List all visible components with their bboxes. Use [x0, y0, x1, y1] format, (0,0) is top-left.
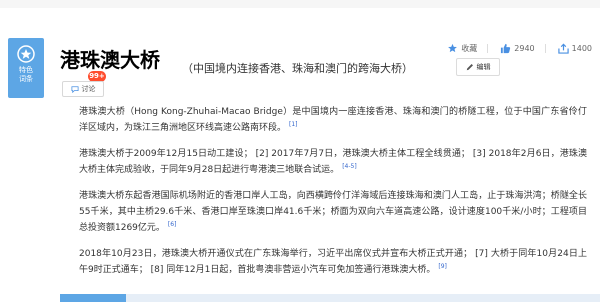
like-count: 2940: [514, 43, 535, 53]
badge-line-1: 特色: [19, 66, 33, 74]
badge-line-2: 词条: [19, 75, 33, 83]
divider: [544, 43, 546, 53]
paragraph-text: 2018年10月23日，港珠澳大桥开通仪式在广东珠海举行，习近平出席仪式并宣布大…: [79, 249, 587, 275]
citation-link[interactable]: [4-5]: [342, 163, 356, 170]
action-bar: 收藏 2940 1400: [435, 40, 592, 56]
citation-link[interactable]: [6]: [168, 221, 177, 228]
page-subtitle: （中国境内连接香港、珠海和澳门的跨海大桥）: [182, 62, 413, 75]
summary-paragraph: 2018年10月23日，港珠澳大桥开通仪式在广东珠海举行，习近平出席仪式并宣布大…: [79, 246, 587, 278]
discuss-button[interactable]: 讨论: [62, 81, 104, 97]
star-icon: [448, 43, 458, 52]
collect-label: 收藏: [461, 43, 478, 53]
edit-button[interactable]: 编辑: [456, 58, 500, 76]
paragraph-text: 港珠澳大桥（Hong Kong-Zhuhai-Macao Bridge）是中国境…: [79, 107, 587, 133]
summary-paragraph: 港珠澳大桥（Hong Kong-Zhuhai-Macao Bridge）是中国境…: [79, 104, 587, 136]
page-title: 港珠澳大桥: [60, 48, 160, 72]
section-tab-bar: [60, 294, 600, 302]
share-button[interactable]: 1400: [557, 43, 592, 54]
discuss-label: 讨论: [81, 85, 96, 93]
divider: [487, 43, 489, 53]
edit-label: 编辑: [476, 63, 491, 71]
star-badge-icon: [17, 45, 35, 63]
featured-entry-badge[interactable]: 特色 词条: [8, 38, 44, 98]
share-icon: [557, 43, 569, 54]
citation-link[interactable]: [9]: [438, 263, 447, 270]
citation-link[interactable]: [1]: [289, 121, 298, 128]
entry-summary: 港珠澳大桥（Hong Kong-Zhuhai-Macao Bridge）是中国境…: [79, 104, 587, 288]
summary-paragraph: 港珠澳大桥东起香港国际机场附近的香港口岸人工岛，向西横跨伶仃洋海域后连接珠海和澳…: [79, 188, 587, 236]
summary-paragraph: 港珠澳大桥于2009年12月15日动工建设； [2] 2017年7月7日，港珠澳…: [79, 146, 587, 178]
active-tab-indicator[interactable]: [60, 294, 126, 302]
paragraph-text: 港珠澳大桥于2009年12月15日动工建设； [2] 2017年7月7日，港珠澳…: [79, 149, 587, 175]
thumbs-up-icon: [501, 43, 511, 53]
chat-icon: [71, 85, 78, 93]
paragraph-text: 港珠澳大桥东起香港国际机场附近的香港口岸人工岛，向西横跨伶仃洋海域后连接珠海和澳…: [79, 191, 587, 233]
like-button[interactable]: 2940: [500, 43, 535, 54]
pencil-icon: [466, 64, 473, 71]
share-count: 1400: [571, 43, 592, 53]
collect-button[interactable]: 收藏: [447, 43, 477, 54]
